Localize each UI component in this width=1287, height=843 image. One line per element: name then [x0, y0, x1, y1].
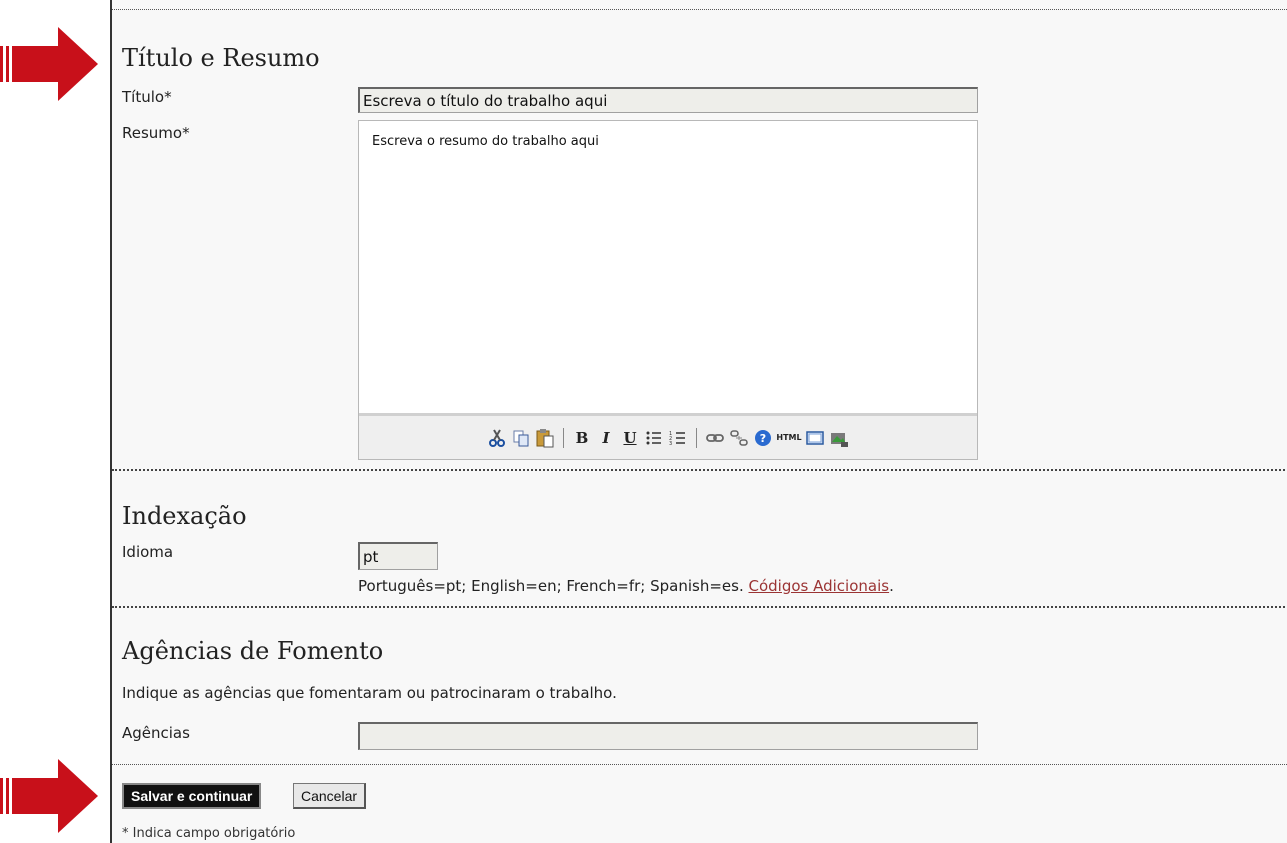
fullscreen-icon[interactable]	[804, 427, 826, 449]
bullet-list-icon[interactable]	[643, 427, 665, 449]
italic-button[interactable]: I	[595, 427, 617, 449]
editor-toolbar: B I U 123 ? HTML	[359, 413, 977, 459]
agencies-label: Agências	[122, 724, 190, 742]
section-divider	[112, 764, 1287, 765]
paste-icon[interactable]	[534, 427, 556, 449]
link-icon[interactable]	[704, 427, 726, 449]
cut-icon[interactable]	[486, 427, 508, 449]
agencies-input[interactable]	[358, 722, 978, 750]
additional-codes-link[interactable]: Códigos Adicionais	[749, 577, 890, 595]
unlink-icon[interactable]	[728, 427, 750, 449]
cancel-button[interactable]: Cancelar	[293, 783, 367, 809]
language-hint-text: Português=pt; English=en; French=fr; Spa…	[358, 577, 744, 595]
help-icon[interactable]: ?	[752, 427, 774, 449]
language-hint: Português=pt; English=en; French=fr; Spa…	[358, 577, 894, 595]
language-label: Idioma	[122, 543, 174, 561]
section-heading-title-abstract: Título e Resumo	[122, 44, 320, 72]
abstract-textarea[interactable]: Escreva o resumo do trabalho aqui	[359, 121, 977, 411]
html-source-button[interactable]: HTML	[776, 427, 802, 449]
bold-button[interactable]: B	[571, 427, 593, 449]
funding-description: Indique as agências que fomentaram ou pa…	[122, 684, 617, 702]
insert-image-icon[interactable]	[828, 427, 850, 449]
abstract-editor: Escreva o resumo do trabalho aqui B I U …	[358, 120, 978, 460]
pointer-arrow-icon	[0, 759, 100, 833]
pointer-arrow-icon	[0, 27, 100, 101]
section-heading-funding: Agências de Fomento	[122, 637, 384, 665]
section-divider	[112, 606, 1287, 608]
hint-suffix: .	[889, 577, 894, 595]
toolbar-separator	[563, 427, 564, 448]
section-heading-indexing: Indexação	[122, 502, 247, 530]
svg-text:?: ?	[760, 432, 766, 445]
underline-button[interactable]: U	[619, 427, 641, 449]
abstract-label: Resumo*	[122, 124, 190, 142]
copy-icon[interactable]	[510, 427, 532, 449]
submission-form: Título e Resumo Título* Resumo* Escreva …	[110, 0, 1287, 843]
section-divider	[112, 469, 1287, 471]
numbered-list-icon[interactable]: 123	[667, 427, 689, 449]
section-divider	[112, 9, 1287, 10]
svg-text:3: 3	[669, 441, 672, 447]
title-label: Título*	[122, 88, 172, 106]
title-input[interactable]	[358, 87, 978, 113]
required-field-note: * Indica campo obrigatório	[122, 826, 296, 841]
language-input[interactable]	[358, 542, 438, 570]
toolbar-separator	[696, 427, 697, 448]
save-continue-button[interactable]: Salvar e continuar	[122, 783, 262, 809]
